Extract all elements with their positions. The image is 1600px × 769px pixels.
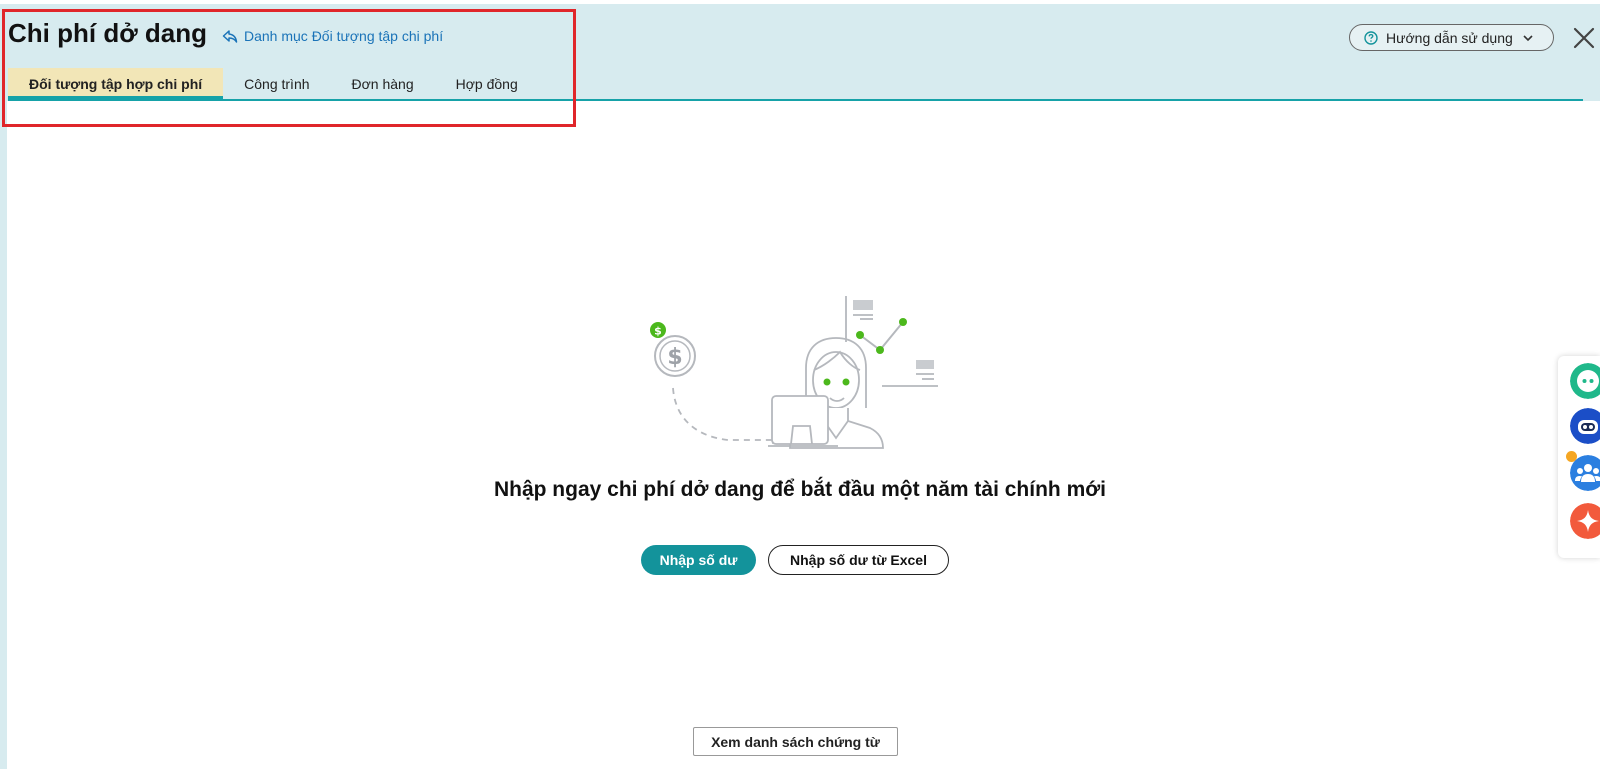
- help-label: Hướng dẫn sử dụng: [1386, 29, 1513, 46]
- close-icon[interactable]: [1570, 24, 1598, 52]
- side-widget-panel: [1558, 356, 1600, 558]
- chevron-down-icon: [1523, 34, 1533, 41]
- empty-state-message: Nhập ngay chi phí dở dang để bắt đầu một…: [493, 478, 1107, 501]
- highlight-annotation: [2, 9, 576, 127]
- help-circle-icon: [1364, 30, 1378, 45]
- robot-assistant-icon[interactable]: [1570, 408, 1600, 444]
- enter-balance-button[interactable]: Nhập số dư: [641, 545, 756, 575]
- help-dropdown-button[interactable]: Hướng dẫn sử dụng: [1349, 24, 1554, 51]
- chat-bot-icon[interactable]: [1570, 363, 1600, 399]
- person-at-laptop-icon: [768, 337, 884, 449]
- left-border: [0, 101, 7, 769]
- dollar-coin-icon: $ $: [650, 322, 696, 377]
- svg-text:$: $: [667, 345, 682, 370]
- empty-state-illustration: $ $: [650, 296, 938, 449]
- view-vouchers-button[interactable]: Xem danh sách chứng từ: [693, 727, 898, 756]
- notification-dot: [1566, 451, 1577, 462]
- ai-sparkle-icon[interactable]: [1570, 503, 1600, 539]
- growth-chart-icon: [845, 296, 938, 387]
- import-excel-button[interactable]: Nhập số dư từ Excel: [768, 545, 949, 575]
- svg-text:$: $: [654, 325, 662, 338]
- page: Chi phí dở dang Danh mục Đối tượng tập c…: [0, 0, 1600, 769]
